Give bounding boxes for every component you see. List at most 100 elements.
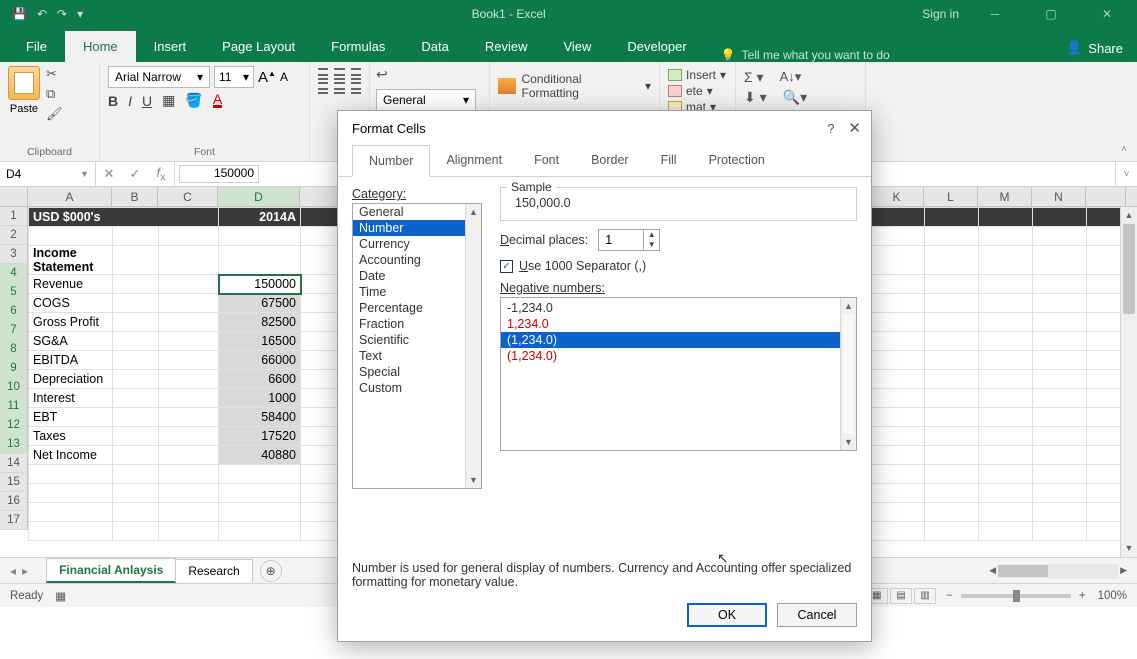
row-header-1[interactable]: 1 xyxy=(0,207,28,226)
align-bottom-icon[interactable] xyxy=(351,68,361,80)
decimal-places-input[interactable] xyxy=(599,230,643,250)
cell[interactable] xyxy=(871,208,925,227)
cell[interactable] xyxy=(113,389,159,408)
neg-option-4[interactable]: (1,234.0) xyxy=(501,348,856,364)
cell[interactable] xyxy=(871,275,925,294)
scroll-down-icon[interactable]: ▼ xyxy=(841,434,856,450)
neg-option-2[interactable]: 1,234.0 xyxy=(501,316,856,332)
cell[interactable] xyxy=(159,484,219,503)
category-item[interactable]: Date xyxy=(353,268,481,284)
cell[interactable] xyxy=(113,227,159,246)
cell[interactable] xyxy=(29,227,113,246)
col-header-K[interactable]: K xyxy=(870,187,924,206)
cell[interactable] xyxy=(159,313,219,332)
cell[interactable] xyxy=(979,313,1033,332)
align-center-icon[interactable] xyxy=(334,82,344,94)
category-item[interactable]: Percentage xyxy=(353,300,481,316)
cell[interactable] xyxy=(871,227,925,246)
tab-review[interactable]: Review xyxy=(467,31,546,62)
cell[interactable] xyxy=(979,484,1033,503)
font-name-combo[interactable]: Arial Narrow▾ xyxy=(108,66,210,88)
row-header-6[interactable]: 6 xyxy=(0,302,28,321)
cell[interactable]: Net Income xyxy=(29,446,113,465)
cell[interactable] xyxy=(219,465,301,484)
cell[interactable] xyxy=(925,313,979,332)
cell[interactable]: 58400 xyxy=(219,408,301,427)
horizontal-scrollbar[interactable]: ◀ ▶ xyxy=(989,564,1127,578)
cell[interactable] xyxy=(219,227,301,246)
cell[interactable] xyxy=(113,465,159,484)
align-right-icon[interactable] xyxy=(351,82,361,94)
cell[interactable] xyxy=(1033,484,1087,503)
sheet-nav-next-icon[interactable]: ▸ xyxy=(22,564,28,578)
cell[interactable] xyxy=(159,408,219,427)
cell[interactable] xyxy=(979,351,1033,370)
dialog-tab-protection[interactable]: Protection xyxy=(693,145,781,176)
cell[interactable] xyxy=(979,465,1033,484)
cell[interactable] xyxy=(1033,389,1087,408)
cell[interactable] xyxy=(159,427,219,446)
page-break-view-icon[interactable]: ▥ xyxy=(914,588,936,604)
cell[interactable] xyxy=(925,246,979,275)
cell[interactable] xyxy=(113,275,159,294)
cell[interactable] xyxy=(1033,246,1087,275)
fill-icon[interactable]: ⬇ ▾ xyxy=(744,89,767,106)
borders-icon[interactable]: ▦ xyxy=(162,92,175,109)
underline-button[interactable]: U xyxy=(142,93,152,109)
category-item[interactable]: Time xyxy=(353,284,481,300)
sort-filter-icon[interactable]: A↓▾ xyxy=(780,69,802,86)
cell[interactable] xyxy=(219,246,301,275)
col-header-B[interactable]: B xyxy=(112,187,158,206)
cell[interactable] xyxy=(979,332,1033,351)
cell[interactable] xyxy=(113,246,159,275)
find-select-icon[interactable]: 🔍▾ xyxy=(783,89,807,106)
cell[interactable] xyxy=(1033,427,1087,446)
col-header-D[interactable]: D xyxy=(218,187,300,206)
maximize-icon[interactable]: ▢ xyxy=(1031,7,1071,21)
cell[interactable] xyxy=(979,389,1033,408)
cell[interactable] xyxy=(29,522,113,541)
cell[interactable] xyxy=(925,522,979,541)
shrink-font-icon[interactable]: A xyxy=(280,70,288,84)
cell[interactable] xyxy=(159,522,219,541)
neg-option-3[interactable]: (1,234.0) xyxy=(501,332,856,348)
cell[interactable] xyxy=(871,294,925,313)
dialog-tab-fill[interactable]: Fill xyxy=(645,145,693,176)
col-header-C[interactable]: C xyxy=(158,187,218,206)
autosum-icon[interactable]: Σ ▾ xyxy=(744,69,764,86)
cell[interactable]: COGS xyxy=(29,294,113,313)
cell[interactable] xyxy=(159,246,219,275)
cell[interactable] xyxy=(1033,332,1087,351)
cell[interactable] xyxy=(159,294,219,313)
cell[interactable] xyxy=(871,246,925,275)
cell[interactable] xyxy=(871,446,925,465)
cell[interactable] xyxy=(1033,522,1087,541)
scroll-up-icon[interactable]: ▲ xyxy=(466,204,481,220)
thousand-separator-checkbox[interactable]: ✓ Use 1000 Separator (,) xyxy=(500,259,857,273)
cell[interactable] xyxy=(113,294,159,313)
insert-cells-button[interactable]: Insert ▾ xyxy=(668,68,727,82)
cell[interactable] xyxy=(925,294,979,313)
cell[interactable]: 40880 xyxy=(219,446,301,465)
scroll-down-icon[interactable]: ▼ xyxy=(466,472,481,488)
scroll-left-icon[interactable]: ◀ xyxy=(989,565,996,576)
cell[interactable] xyxy=(1033,227,1087,246)
cell[interactable] xyxy=(29,465,113,484)
cell[interactable] xyxy=(979,446,1033,465)
sheet-tab-financial[interactable]: Financial Anlaysis xyxy=(46,558,176,583)
page-layout-view-icon[interactable]: ▤ xyxy=(890,588,912,604)
cell[interactable] xyxy=(979,408,1033,427)
cell[interactable]: Revenue xyxy=(29,275,113,294)
cell[interactable] xyxy=(113,484,159,503)
cell[interactable] xyxy=(1033,294,1087,313)
cell[interactable] xyxy=(925,351,979,370)
zoom-out-icon[interactable]: − xyxy=(946,590,953,602)
cell[interactable] xyxy=(979,208,1033,227)
cell[interactable] xyxy=(113,351,159,370)
cell[interactable] xyxy=(113,332,159,351)
sign-in-link[interactable]: Sign in xyxy=(922,7,959,21)
neg-option-1[interactable]: -1,234.0 xyxy=(501,300,856,316)
redo-icon[interactable]: ↷ xyxy=(57,7,67,21)
row-header-16[interactable]: 16 xyxy=(0,492,28,511)
save-icon[interactable]: 💾 xyxy=(12,7,27,21)
